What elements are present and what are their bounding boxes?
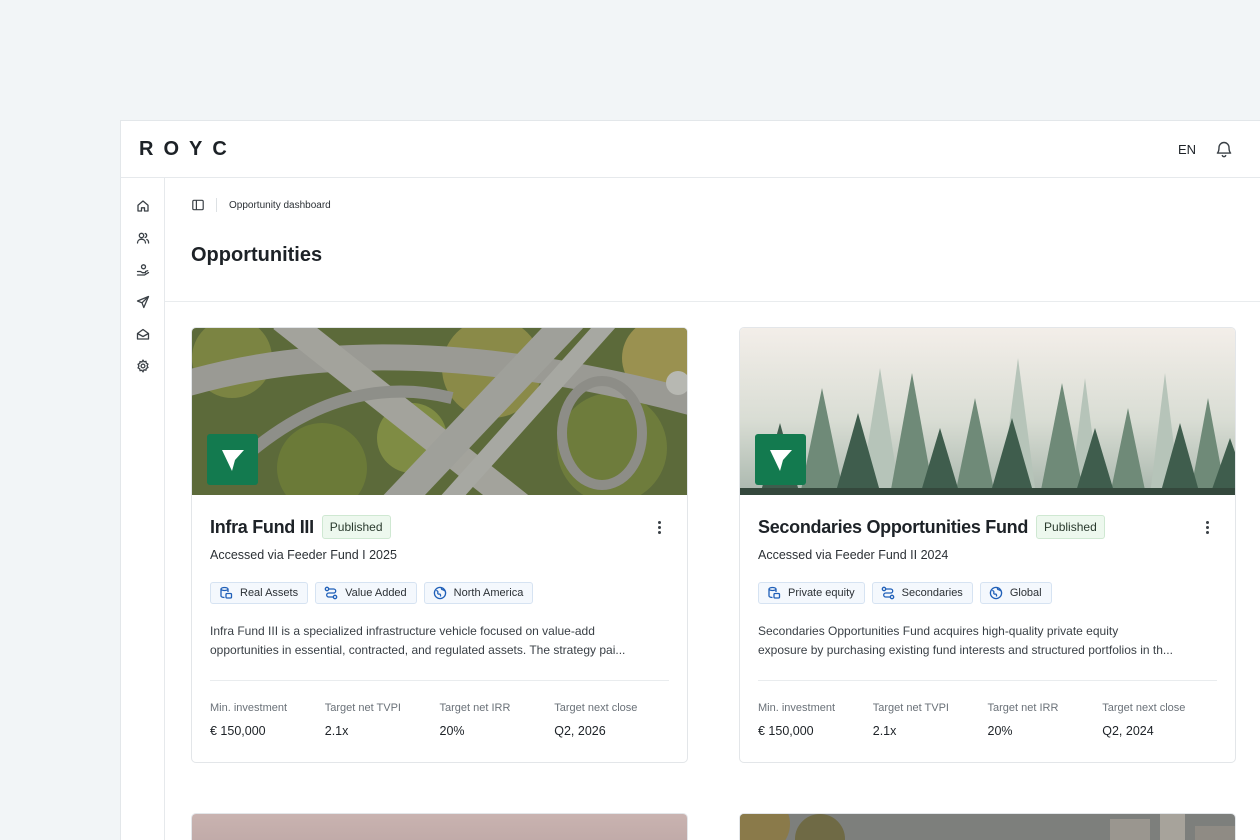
card-title-row: Secondaries Opportunities Fund Published — [758, 514, 1217, 540]
metric-value: € 150,000 — [210, 724, 266, 738]
tag-strategy[interactable]: Value Added — [315, 582, 417, 604]
metric-label: Min. investment — [758, 702, 836, 714]
fund-logo-badge — [207, 434, 258, 485]
opportunity-card-partial[interactable] — [739, 813, 1236, 840]
tag-strategy[interactable]: Secondaries — [871, 582, 973, 604]
metric-label: Target net TVPI — [872, 702, 949, 714]
metric-label: Target next close — [1102, 702, 1186, 714]
tag-asset-class[interactable]: Private equity — [758, 582, 865, 604]
fund-logo-badge — [755, 434, 806, 485]
metric-next-close: Target next close Q2, 2024 — [1102, 702, 1217, 738]
sidebar-toggle-icon[interactable] — [191, 198, 205, 212]
card-body: Infra Fund III Published Accessed via Fe… — [192, 495, 687, 738]
status-badge: Published — [321, 515, 391, 539]
metric-value: Q2, 2024 — [1102, 724, 1154, 738]
asset-class-icon — [768, 586, 781, 599]
investors-icon[interactable] — [134, 261, 152, 279]
tag-asset-class[interactable]: Real Assets — [210, 582, 309, 604]
tag-list: Real Assets Value Added North America — [210, 582, 669, 604]
card-subtitle: Accessed via Feeder Fund I 2025 — [210, 548, 397, 562]
card-subtitle: Accessed via Feeder Fund II 2024 — [758, 548, 949, 562]
metric-label: Target next close — [554, 702, 638, 714]
tag-label: Real Assets — [240, 587, 299, 599]
metric-min-investment: Min. investment € 150,000 — [210, 702, 325, 738]
breadcrumb-current[interactable]: Opportunity dashboard — [229, 200, 331, 211]
tag-label: Global — [1009, 587, 1042, 599]
description-line: exposure by purchasing existing fund int… — [758, 643, 1173, 657]
status-badge: Published — [1036, 515, 1105, 539]
more-options-icon[interactable] — [649, 517, 669, 537]
tag-list: Private equity Secondaries Global — [758, 582, 1217, 604]
description-line: opportunities in essential, contracted, … — [210, 643, 626, 657]
strategy-icon — [324, 586, 338, 600]
metric-value: 20% — [439, 724, 465, 738]
metric-value: 2.1x — [872, 724, 897, 738]
tag-label: North America — [453, 587, 524, 599]
metric-next-close: Target next close Q2, 2026 — [554, 702, 669, 738]
tag-region[interactable]: North America — [423, 582, 534, 604]
card-title[interactable]: Secondaries Opportunities Fund — [758, 517, 1028, 538]
metric-target-irr: Target net IRR 20% — [440, 702, 555, 738]
tag-region[interactable]: Global — [979, 582, 1052, 604]
globe-icon — [433, 586, 446, 600]
card-divider — [758, 680, 1217, 681]
home-icon[interactable] — [134, 197, 152, 215]
users-icon[interactable] — [134, 229, 152, 247]
card-cover-image — [192, 328, 687, 495]
main-content: Opportunity dashboard Opportunities Infr… — [165, 178, 1260, 840]
app-window: ROYC EN Opportunity dashboard Opportunit… — [120, 120, 1260, 840]
opportunity-card[interactable]: Secondaries Opportunities Fund Published… — [739, 327, 1236, 763]
metric-value: Q2, 2026 — [554, 724, 606, 738]
opportunity-card[interactable]: Infra Fund III Published Accessed via Fe… — [191, 327, 688, 763]
language-selector[interactable]: EN — [1178, 142, 1196, 157]
breadcrumb-divider — [216, 198, 217, 212]
page-title: Opportunities — [191, 244, 323, 266]
metrics-row: Min. investment € 150,000 Target net TVP… — [758, 702, 1217, 738]
metric-value: € 150,000 — [758, 724, 814, 738]
card-body: Secondaries Opportunities Fund Published… — [740, 495, 1235, 738]
description-line: Infra Fund III is a specialized infrastr… — [210, 624, 595, 638]
inbox-icon[interactable] — [134, 325, 152, 343]
metric-label: Target net IRR — [439, 702, 511, 714]
card-cover-image — [740, 328, 1235, 495]
metric-value: 2.1x — [324, 724, 349, 738]
strategy-icon — [881, 586, 895, 600]
top-bar-actions: EN — [1178, 139, 1234, 159]
card-description: Secondaries Opportunities Fund acquires … — [758, 622, 1217, 660]
card-divider — [210, 680, 669, 681]
royc-logo[interactable]: ROYC — [139, 138, 237, 161]
tag-label: Value Added — [345, 587, 407, 599]
bell-icon[interactable] — [1214, 139, 1234, 159]
gear-icon[interactable] — [134, 357, 152, 375]
tag-label: Private equity — [788, 587, 855, 599]
metric-label: Target net TVPI — [324, 702, 401, 714]
top-bar: ROYC EN — [121, 121, 1260, 178]
metric-target-irr: Target net IRR 20% — [988, 702, 1103, 738]
metric-value: 20% — [987, 724, 1013, 738]
metric-label: Target net IRR — [987, 702, 1059, 714]
metric-target-tvpi: Target net TVPI 2.1x — [325, 702, 440, 738]
page-header: Opportunity dashboard Opportunities — [165, 178, 1260, 302]
globe-icon — [989, 586, 1003, 600]
card-cover-image — [740, 814, 1235, 840]
sidebar — [121, 178, 165, 840]
card-cover-image — [192, 814, 687, 840]
breadcrumb: Opportunity dashboard — [191, 198, 331, 212]
description-line: Secondaries Opportunities Fund acquires … — [758, 624, 1119, 638]
tag-label: Secondaries — [901, 587, 963, 599]
more-options-icon[interactable] — [1197, 517, 1217, 537]
metrics-row: Min. investment € 150,000 Target net TVP… — [210, 702, 669, 738]
metric-target-tvpi: Target net TVPI 2.1x — [873, 702, 988, 738]
metric-min-investment: Min. investment € 150,000 — [758, 702, 873, 738]
metric-label: Min. investment — [210, 702, 288, 714]
card-title[interactable]: Infra Fund III — [210, 517, 314, 538]
asset-class-icon — [220, 586, 233, 599]
card-title-row: Infra Fund III Published — [210, 514, 669, 540]
opportunity-card-partial[interactable] — [191, 813, 688, 840]
send-icon[interactable] — [134, 293, 152, 311]
card-description: Infra Fund III is a specialized infrastr… — [210, 622, 669, 660]
